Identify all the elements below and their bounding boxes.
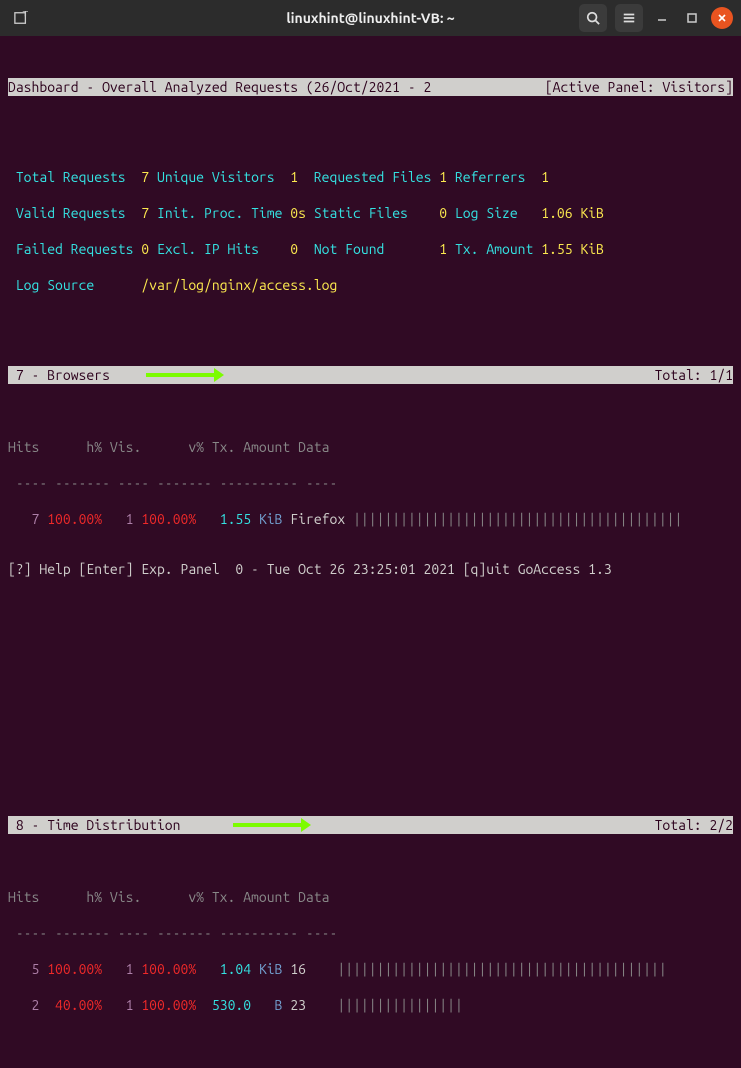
maximize-button[interactable]: [681, 7, 703, 29]
status-bar: [?] Help [Enter] Exp. Panel 0 - Tue Oct …: [8, 560, 733, 578]
panel-time-columns: Hits h% Vis. v% Tx. Amount Data: [8, 888, 733, 906]
annotation-arrow-icon: [146, 373, 216, 377]
panel-browsers-divider: ---- ------- ---- ------- ---------- ---…: [8, 474, 733, 492]
panel-time-divider: ---- ------- ---- ------- ---------- ---…: [8, 924, 733, 942]
stats-row-2: Valid Requests 7 Init. Proc. Time 0s Sta…: [8, 204, 733, 222]
panel-time-header: 8 - Time Distribution Total: 2/2: [8, 816, 733, 834]
panel-browsers-row: 7 100.00% 1 100.00% 1.55 KiB Firefox |||…: [8, 510, 733, 528]
stats-row-1: Total Requests 7 Unique Visitors 1 Reque…: [8, 168, 733, 186]
terminal-content[interactable]: Dashboard - Overall Analyzed Requests (2…: [0, 36, 741, 584]
panel-browsers-header: 7 - Browsers Total: 1/1: [8, 366, 733, 384]
search-button[interactable]: [579, 4, 607, 32]
close-button[interactable]: [711, 7, 733, 29]
stats-row-4: Log Source /var/log/nginx/access.log: [8, 276, 733, 294]
panel-time-row: 5 100.00% 1 100.00% 1.04 KiB 16 ||||||||…: [8, 960, 733, 978]
window-titlebar: linuxhint@linuxhint-VB: ~: [0, 0, 741, 36]
new-tab-button[interactable]: [8, 5, 34, 31]
menu-button[interactable]: [615, 4, 643, 32]
panel-time-row: 2 40.00% 1 100.00% 530.0 B 23 ||||||||||…: [8, 996, 733, 1014]
dashboard-header-left: Dashboard - Overall Analyzed Requests (2…: [8, 78, 431, 96]
dashboard-header-right: [Active Panel: Visitors]: [545, 78, 733, 96]
dashboard-header: Dashboard - Overall Analyzed Requests (2…: [8, 78, 733, 96]
stats-row-3: Failed Requests 0 Excl. IP Hits 0 Not Fo…: [8, 240, 733, 258]
panel-browsers-columns: Hits h% Vis. v% Tx. Amount Data: [8, 438, 733, 456]
minimize-button[interactable]: [651, 7, 673, 29]
annotation-arrow-icon: [233, 823, 303, 827]
